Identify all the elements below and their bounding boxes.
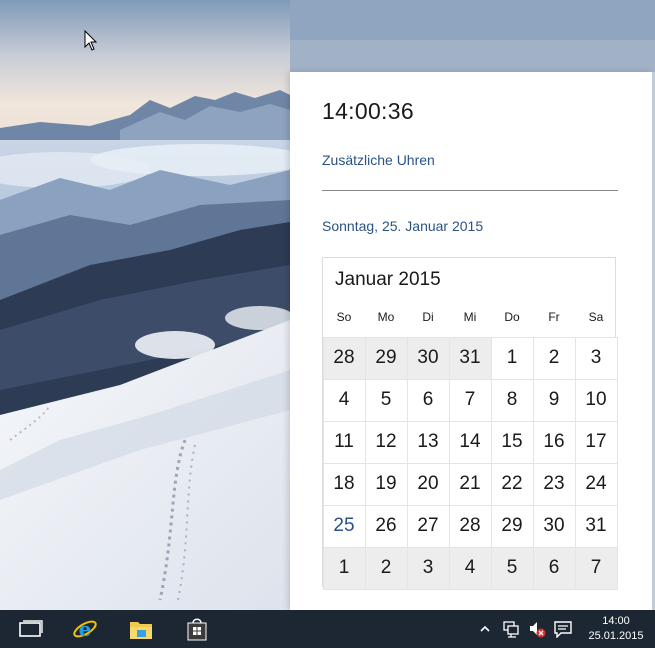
weekday-label: Mo	[377, 310, 395, 324]
calendar-day[interactable]: 15	[490, 420, 534, 464]
weekday-header: So Mo Di Mi Do Fr Sa	[323, 310, 617, 330]
store-icon	[187, 618, 207, 641]
calendar-day[interactable]: 6	[406, 378, 450, 422]
calendar-day[interactable]: 28	[448, 504, 492, 548]
calendar-day[interactable]: 8	[490, 378, 534, 422]
internet-explorer-button[interactable]: e	[60, 610, 110, 648]
task-view-icon	[19, 620, 43, 637]
calendar-day[interactable]: 29	[364, 336, 408, 380]
calendar-day[interactable]: 31	[448, 336, 492, 380]
taskbar-clock-time: 14:00	[602, 615, 630, 627]
calendar-day[interactable]: 28	[322, 336, 366, 380]
calendar-day[interactable]: 29	[490, 504, 534, 548]
taskbar-clock[interactable]: 14:00 25.01.2015	[582, 614, 650, 646]
calendar-day[interactable]: 18	[322, 462, 366, 506]
internet-explorer-icon: e	[73, 617, 97, 641]
calendar-day[interactable]: 5	[490, 546, 534, 590]
month-title[interactable]: Januar 2015	[335, 269, 441, 291]
calendar-day[interactable]: 30	[406, 336, 450, 380]
calendar-day[interactable]: 30	[532, 504, 576, 548]
calendar-day[interactable]: 17	[574, 420, 618, 464]
calendar-day-today[interactable]: 25	[322, 504, 366, 548]
current-time: 14:00:36	[322, 98, 414, 124]
calendar-day[interactable]: 4	[448, 546, 492, 590]
calendar-day[interactable]: 1	[490, 336, 534, 380]
long-date-link[interactable]: Sonntag, 25. Januar 2015	[322, 218, 483, 234]
weekday-label: Fr	[548, 310, 560, 324]
mouse-pointer-icon	[84, 30, 98, 51]
calendar-day-grid: 28 29 30 31 1 2 3 4 5 6 7 8 9 10 11 12 13 14 15 16 17 18 19 20 2…	[322, 336, 618, 590]
taskbar: e 14:00 25.01.2015	[0, 610, 655, 648]
clock-calendar-flyout: 14:00:36 Zusätzliche Uhren Sonntag, 25. …	[290, 72, 652, 610]
calendar-day[interactable]: 3	[574, 336, 618, 380]
weekday-label: Mi	[463, 310, 477, 324]
svg-text:e: e	[79, 617, 92, 641]
weekday-label: Do	[504, 310, 520, 324]
calendar-day[interactable]: 3	[406, 546, 450, 590]
calendar-day[interactable]: 22	[490, 462, 534, 506]
divider	[322, 190, 618, 191]
calendar-day[interactable]: 10	[574, 378, 618, 422]
calendar-day[interactable]: 27	[406, 504, 450, 548]
calendar-day[interactable]: 9	[532, 378, 576, 422]
calendar-day[interactable]: 13	[406, 420, 450, 464]
task-view-button[interactable]	[6, 610, 56, 648]
calendar-day[interactable]: 31	[574, 504, 618, 548]
calendar-day[interactable]: 6	[532, 546, 576, 590]
calendar-day[interactable]: 5	[364, 378, 408, 422]
additional-clocks-link[interactable]: Zusätzliche Uhren	[322, 152, 435, 168]
taskbar-clock-date: 25.01.2015	[588, 630, 644, 642]
calendar-day[interactable]: 12	[364, 420, 408, 464]
calendar-day[interactable]: 14	[448, 420, 492, 464]
action-center-icon[interactable]	[553, 620, 573, 638]
calendar-day[interactable]: 1	[322, 546, 366, 590]
calendar-day[interactable]: 16	[532, 420, 576, 464]
network-icon[interactable]	[502, 620, 520, 638]
month-calendar: Januar 2015 So Mo Di Mi Do Fr Sa 28 29 30 31 1 2 3 4 5…	[322, 257, 618, 590]
chevron-up-icon[interactable]	[479, 622, 491, 636]
calendar-day[interactable]: 23	[532, 462, 576, 506]
calendar-day[interactable]: 11	[322, 420, 366, 464]
store-button[interactable]	[172, 610, 222, 648]
weekday-label: Di	[422, 310, 434, 324]
calendar-day[interactable]: 21	[448, 462, 492, 506]
volume-muted-icon[interactable]	[528, 620, 546, 638]
calendar-day[interactable]: 2	[364, 546, 408, 590]
weekday-label: So	[336, 310, 352, 324]
calendar-day[interactable]: 20	[406, 462, 450, 506]
calendar-day[interactable]: 2	[532, 336, 576, 380]
file-explorer-icon	[130, 622, 152, 639]
calendar-day[interactable]: 7	[448, 378, 492, 422]
file-explorer-button[interactable]	[116, 610, 166, 648]
calendar-day[interactable]: 7	[574, 546, 618, 590]
weekday-label: Sa	[588, 310, 604, 324]
calendar-day[interactable]: 19	[364, 462, 408, 506]
calendar-day[interactable]: 26	[364, 504, 408, 548]
calendar-day[interactable]: 4	[322, 378, 366, 422]
calendar-day[interactable]: 24	[574, 462, 618, 506]
